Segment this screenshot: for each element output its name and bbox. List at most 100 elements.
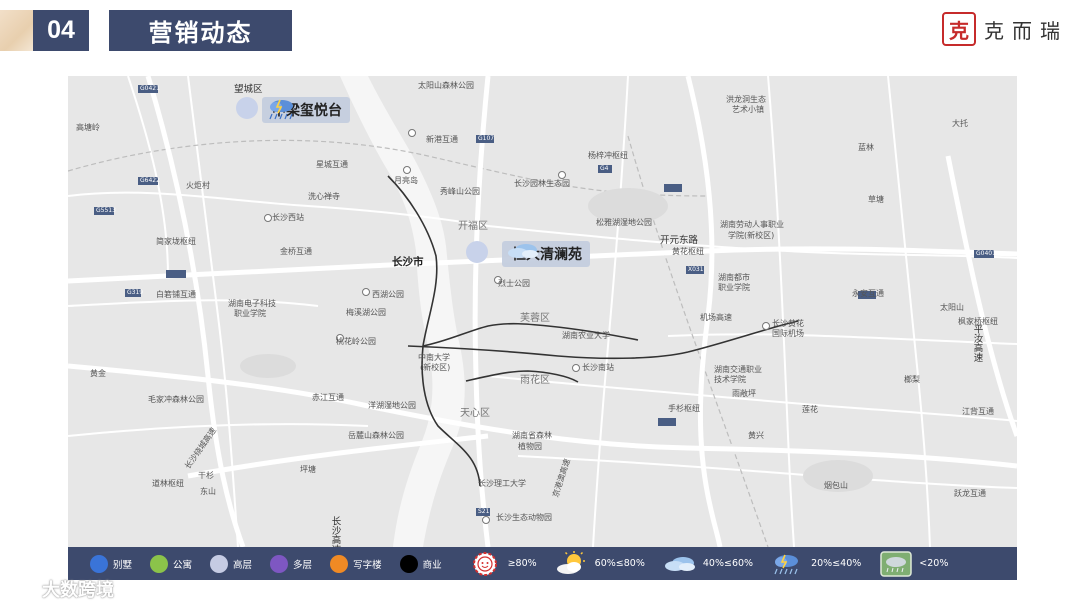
cloudy-icon [508, 244, 538, 258]
poi-marker [403, 166, 411, 174]
map-label: 技术学院 [714, 375, 746, 384]
map-label: 秀峰山公园 [440, 187, 480, 196]
map-label: 桃花岭公园 [336, 337, 376, 346]
map-label: 天心区 [460, 408, 490, 419]
watermark-logo-icon [17, 581, 35, 595]
map-label: 平汝高速 [971, 324, 983, 362]
highway-shield: G0421 [140, 85, 160, 92]
storm-box-icon [879, 550, 913, 577]
map-label: (新校区) [420, 363, 451, 372]
legend-weather-80: ≥80% [468, 551, 537, 577]
legend-color-dot [399, 554, 418, 573]
map-label: 芙蓉区 [520, 313, 550, 324]
logo-text: 克而瑞 [984, 18, 1068, 43]
project-callout[interactable]: 恒大清澜苑 [502, 241, 590, 267]
map-label: 雨敞坪 [732, 389, 756, 398]
heavy-rain-icon [269, 99, 293, 120]
legend-commercial: 商业 [399, 554, 442, 573]
project-marker[interactable] [466, 241, 488, 263]
poi-marker [264, 214, 272, 222]
map-label: 金桥互通 [280, 247, 312, 256]
map-label: 松雅湖湿地公园 [596, 218, 652, 227]
map-label: 赤江互通 [312, 393, 344, 402]
highway-shield: S21 [478, 508, 490, 515]
section-number: 04 [33, 10, 89, 51]
map-label: 月亮岛 [394, 176, 418, 185]
map-label: 湖南劳动人事职业 [720, 220, 784, 229]
legend-color-dot [150, 554, 169, 573]
map-label: 长沙西站 [272, 213, 304, 222]
map-label: 坪塘 [300, 465, 316, 474]
map-label: 职业学院 [718, 283, 750, 292]
map-label: 跃龙互通 [954, 489, 986, 498]
map-label: 洪龙洞生态 [726, 95, 766, 104]
map-label: 白箬铺互通 [156, 290, 196, 299]
map-label: 西湖公园 [372, 290, 404, 299]
map-label: 莲花 [802, 405, 818, 414]
map-label: 植物园 [518, 442, 542, 451]
map-label: 湖南交通职业 [714, 365, 762, 374]
map-label: 中南大学 [418, 353, 450, 362]
map-label: 道林枢纽 [152, 479, 184, 488]
city-map[interactable]: 望城区 太阳山森林公园 新港互通 洪龙洞生态 艺术小镇 星城互通 月亮岛 秀峰山… [68, 76, 1017, 547]
map-label: 新港互通 [426, 135, 458, 144]
map-label: 黄兴 [748, 431, 764, 440]
map-label: 艺术小镇 [732, 105, 764, 114]
map-label: 洋湖湿地公园 [368, 401, 416, 410]
map-label: 湖南省森林 [512, 431, 552, 440]
poi-marker [558, 171, 566, 179]
sun-cloud-icon [555, 550, 589, 577]
map-label: 黄花枢纽 [672, 247, 704, 256]
project-callout[interactable]: 中梁玺悦台 [262, 97, 350, 123]
map-label: 手杉枢纽 [668, 404, 700, 413]
legend-villa: 别墅 [90, 554, 132, 573]
map-label: 草塘 [868, 195, 884, 204]
heavy-rain-icon [771, 551, 805, 577]
poi-marker [762, 322, 770, 330]
brand-logo: 克 克而瑞 [942, 12, 1068, 46]
map-label: 开福区 [458, 221, 488, 232]
legend-color-dot [90, 554, 108, 573]
map-label: 干杉 [198, 471, 214, 480]
map-label: 长沙园林生态园 [514, 179, 570, 188]
map-label: 永安互通 [852, 289, 884, 298]
legend-office: 写字楼 [330, 554, 382, 573]
legend-color-dot [210, 554, 229, 573]
map-label: 黄金 [90, 369, 106, 378]
map-label: 长沙理工大学 [478, 479, 526, 488]
map-label: 雨花区 [520, 375, 550, 386]
legend-color-dot [330, 554, 349, 573]
logo-seal-icon: 克 [942, 12, 976, 46]
map-label: 枫家桥枢纽 [958, 317, 998, 326]
map-label: 长沙南站 [582, 363, 614, 372]
map-label: 望城区 [234, 84, 263, 95]
highway-shield: G6422 [140, 177, 160, 184]
map-label: 长沙高速 [329, 516, 341, 547]
map-label: 星城互通 [316, 160, 348, 169]
highway-shield: G107 [478, 135, 495, 142]
header-decoration [0, 10, 34, 51]
map-label: 长沙黄花 [772, 319, 804, 328]
poi-marker [408, 129, 416, 137]
legend-multistory: 多层 [270, 554, 312, 573]
map-label: 烟包山 [824, 481, 848, 490]
map-label: 湖南农业大学 [562, 331, 610, 340]
map-label: 机场高速 [700, 313, 732, 322]
map-label: 杨梓冲枢纽 [588, 151, 628, 160]
highway-shield: G4 [600, 165, 609, 172]
map-label: 开元东路 [660, 235, 699, 246]
highway-shield: G5513 [96, 207, 116, 214]
map-label: 岳麓山森林公园 [348, 431, 404, 440]
map-label: 江背互通 [962, 407, 994, 416]
map-label: 简家垅枢纽 [156, 237, 196, 246]
project-marker[interactable] [236, 97, 258, 119]
map-label: 学院(新校区) [728, 231, 775, 240]
legend-highrise: 高层 [210, 554, 252, 573]
map-label: 湖南都市 [718, 273, 750, 282]
map-label: 大托 [952, 119, 968, 128]
map-legend: 别墅 公寓 高层 多层 写字楼 商业 ≥80% 60%≤80% 40%≤60% … [68, 547, 1017, 580]
watermark: 大数跨境 [16, 576, 114, 602]
highway-shield: X031 [688, 266, 704, 273]
page-title: 营销动态 [109, 10, 292, 51]
map-label: 梅溪湖公园 [346, 308, 386, 317]
